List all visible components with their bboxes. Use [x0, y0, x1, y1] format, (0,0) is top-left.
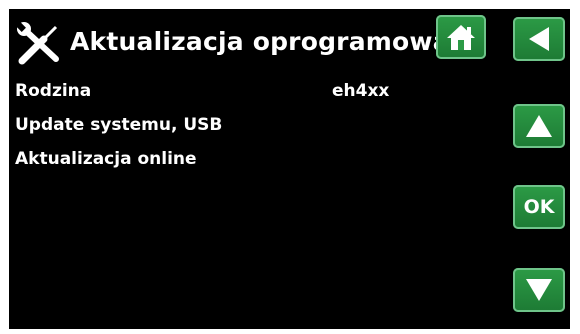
menu-row-update-usb[interactable]: Update systemu, USB [15, 115, 222, 135]
row-value: eh4xx [332, 81, 390, 101]
page-title: Aktualizacja oprogramowani [70, 27, 439, 56]
row-label: Rodzina [15, 81, 92, 101]
ok-button[interactable]: OK [513, 185, 565, 229]
home-button[interactable] [436, 15, 486, 59]
home-icon [447, 25, 475, 50]
up-button[interactable] [513, 104, 565, 148]
tools-icon [16, 22, 59, 65]
menu-row-rodzina[interactable]: Rodzina eh4xx [15, 81, 389, 101]
arrow-up-icon [526, 115, 552, 137]
row-label: Aktualizacja online [15, 149, 197, 169]
ok-label: OK [523, 196, 555, 218]
arrow-down-icon [526, 279, 552, 301]
back-button[interactable] [513, 17, 565, 61]
row-label: Update systemu, USB [15, 115, 223, 135]
down-button[interactable] [513, 268, 565, 312]
back-arrow-icon [529, 27, 549, 51]
display-screen: Aktualizacja oprogramowani Rodzina eh4xx… [9, 9, 570, 329]
header: Aktualizacja oprogramowani [9, 9, 439, 71]
menu-row-update-online[interactable]: Aktualizacja online [15, 149, 197, 169]
